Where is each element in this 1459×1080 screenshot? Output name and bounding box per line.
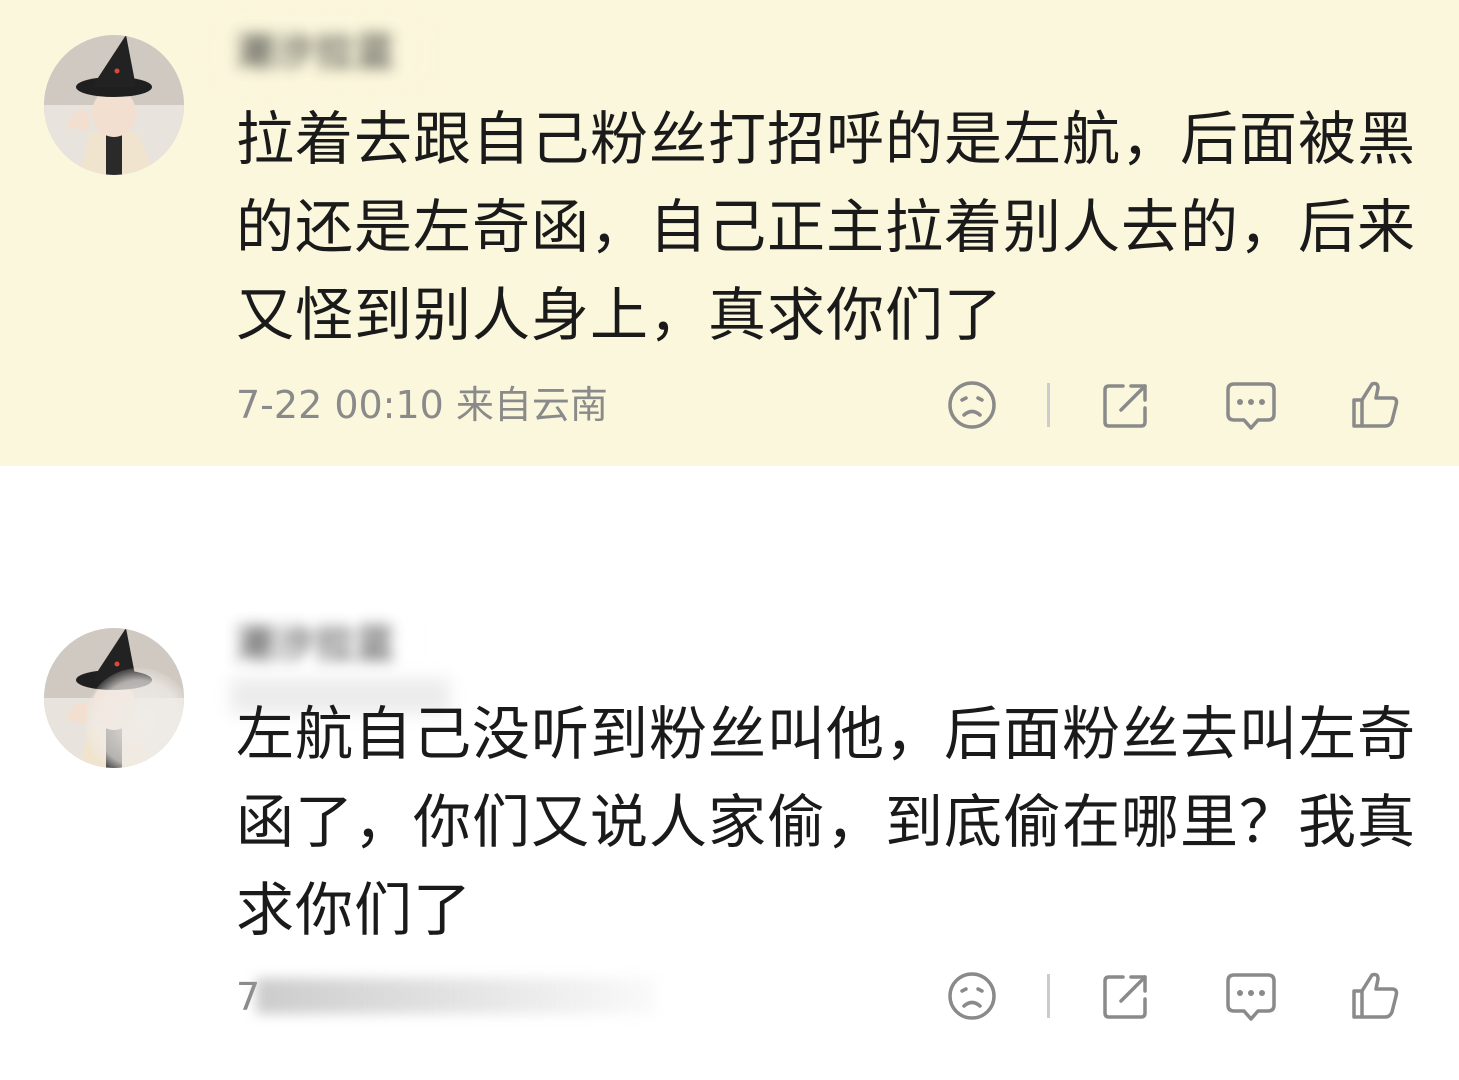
- comment-bubble-icon: [1226, 382, 1276, 430]
- comment-item[interactable]: 潮汐拉蓝 拉着去跟自己粉丝打招呼的是左航，后面被黑的还是左奇函，自己正主拉着别人…: [0, 0, 1459, 466]
- action-divider: [1047, 974, 1050, 1018]
- share-button[interactable]: [1096, 375, 1156, 435]
- username[interactable]: 潮汐拉蓝: [236, 620, 396, 668]
- thumbs-up-icon: [1352, 972, 1399, 1019]
- comment-bubble-icon: [1226, 973, 1276, 1021]
- comment-item[interactable]: 潮汐拉蓝 左航自己没听到粉丝叫他，后面粉丝去叫左奇函了，你们又说人家偷，到底偷在…: [0, 590, 1459, 1080]
- comment-button[interactable]: [1221, 375, 1281, 435]
- action-bar: [940, 375, 1420, 435]
- share-button[interactable]: [1096, 966, 1156, 1026]
- action-divider: [1047, 383, 1050, 427]
- share-icon: [1103, 384, 1147, 428]
- comment-text: 左航自己没听到粉丝叫他，后面粉丝去叫左奇函了，你们又说人家偷，到底偷在哪里？我真…: [236, 700, 1417, 944]
- comment-meta: 7-22 00:10 来自云南: [236, 383, 608, 427]
- meta-redaction: [256, 978, 656, 1014]
- avatar[interactable]: [44, 35, 184, 175]
- comment-button[interactable]: [1221, 966, 1281, 1026]
- action-bar: [940, 966, 1420, 1026]
- dislike-button[interactable]: [942, 375, 1002, 435]
- comment-list: 潮汐拉蓝 拉着去跟自己粉丝打招呼的是左航，后面被黑的还是左奇函，自己正主拉着别人…: [0, 0, 1459, 1080]
- like-button[interactable]: [1345, 375, 1405, 435]
- avatar-witch-hat-icon: [44, 35, 184, 175]
- thumbs-up-icon: [1352, 381, 1399, 428]
- username[interactable]: 潮汐拉蓝: [236, 28, 396, 76]
- dislike-face-icon: [948, 381, 996, 429]
- like-button[interactable]: [1345, 966, 1405, 1026]
- avatar[interactable]: [44, 628, 184, 768]
- dislike-button[interactable]: [942, 966, 1002, 1026]
- comment-text: 拉着去跟自己粉丝打招呼的是左航，后面被黑的还是左奇函，自己正主拉着别人去的，后来…: [236, 105, 1417, 349]
- dislike-face-icon: [948, 972, 996, 1020]
- share-icon: [1103, 975, 1147, 1019]
